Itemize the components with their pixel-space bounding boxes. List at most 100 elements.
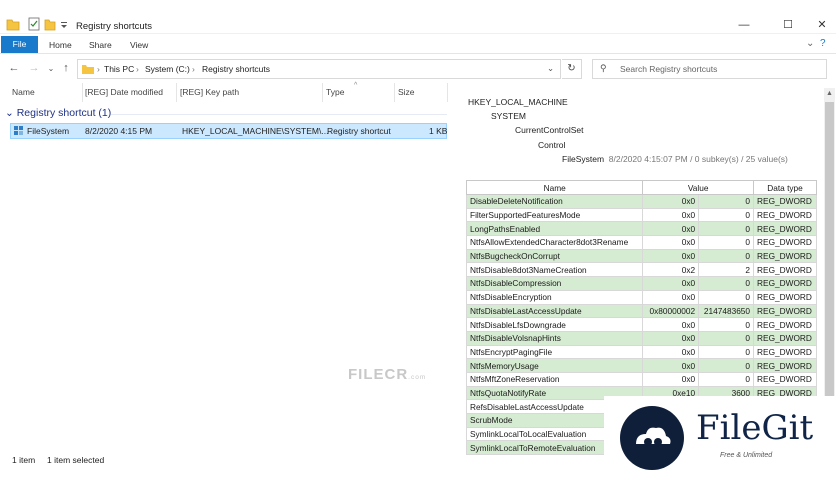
customize-toolbar-icon[interactable]	[60, 17, 68, 31]
column-size[interactable]: Size	[398, 87, 415, 97]
value-hex: 0x2	[642, 262, 700, 278]
registry-value-row[interactable]: NtfsDisableLastAccessUpdate 0x80000002 214…	[465, 303, 817, 319]
value-type: REG_DWORD	[753, 194, 817, 209]
folder-icon[interactable]	[6, 17, 20, 31]
value-hex: 0x0	[642, 221, 700, 237]
header-name: Name	[465, 180, 644, 195]
window-title: Registry shortcuts	[76, 21, 153, 32]
tab-home[interactable]: Home	[49, 38, 72, 53]
column-key-path[interactable]: [REG] Key path	[180, 87, 239, 97]
value-hex: 0x0	[642, 330, 700, 346]
expand-ribbon-icon[interactable]: ⌄	[806, 38, 814, 49]
address-dropdown-icon[interactable]: ⌄	[547, 63, 554, 74]
breadcrumb-separator: ›	[136, 64, 139, 74]
preview-scrollbar[interactable]: ▲	[824, 88, 835, 448]
value-hex: 0x0	[642, 235, 700, 250]
value-hex: 0x0	[642, 248, 700, 264]
value-name: NtfsDisableEncryption	[465, 289, 644, 305]
scrollbar-thumb[interactable]	[825, 102, 834, 432]
registry-value-row[interactable]: LongPathsEnabled 0x0 0 REG_DWORD	[465, 221, 817, 237]
recent-locations-button[interactable]: ⌄	[44, 64, 58, 73]
value-decimal: 2	[698, 262, 755, 278]
value-name: NtfsDisableCompression	[465, 276, 644, 291]
column-header: Name [REG] Date modified [REG] Key path …	[0, 82, 448, 102]
status-selected: 1 item selected	[47, 455, 105, 465]
value-hex: 0x0	[642, 317, 700, 332]
chevron-down-icon: ⌄	[5, 107, 17, 119]
ribbon: File Home Share View ⌄ ?	[0, 35, 836, 54]
tab-view[interactable]: View	[130, 38, 148, 53]
column-type[interactable]: Type	[326, 87, 344, 97]
forward-button[interactable]: →	[27, 62, 41, 74]
scroll-up-icon[interactable]: ▲	[826, 90, 833, 97]
breadcrumb-registry-shortcuts[interactable]: Registry shortcuts	[202, 64, 270, 74]
value-name: DisableDeleteNotification	[465, 194, 644, 209]
registry-value-row[interactable]: NtfsAllowExtendedCharacter8dot3Rename 0x0…	[465, 235, 817, 250]
tree-level-1: SYSTEM	[491, 111, 526, 121]
column-date-modified[interactable]: [REG] Date modified	[85, 87, 163, 97]
column-name[interactable]: Name	[12, 87, 35, 97]
file-date: 8/2/2020 4:15 PM	[85, 126, 153, 136]
address-bar[interactable]: › This PC › System (C:) › Registry short…	[77, 59, 561, 79]
breadcrumb-separator: ›	[192, 64, 195, 74]
help-icon[interactable]: ?	[820, 38, 826, 49]
value-type: REG_DWORD	[753, 248, 817, 264]
up-button[interactable]: ↑	[59, 62, 73, 74]
new-folder-icon[interactable]	[44, 17, 56, 31]
value-decimal: 0	[698, 371, 755, 387]
registry-value-row[interactable]: NtfsDisableEncryption 0x0 0 REG_DWORD	[465, 289, 817, 305]
search-input[interactable]: ⚲ Search Registry shortcuts	[592, 59, 827, 79]
registry-value-row[interactable]: NtfsDisableLfsDowngrade 0x0 0 REG_DWORD	[465, 317, 817, 332]
value-hex: 0x0	[642, 358, 700, 373]
tab-file[interactable]: File	[1, 36, 38, 53]
registry-value-row[interactable]: DisableDeleteNotification 0x0 0 REG_DWORD	[465, 194, 817, 209]
value-type: REG_DWORD	[753, 358, 817, 373]
value-hex: 0x80000002	[642, 303, 700, 319]
value-type: REG_DWORD	[753, 235, 817, 250]
value-decimal: 0	[698, 207, 755, 223]
value-hex: 0x0	[642, 194, 700, 209]
breadcrumb-separator: ›	[97, 64, 100, 74]
tab-share[interactable]: Share	[89, 38, 112, 53]
registry-value-row[interactable]: NtfsEncryptPagingFile 0x0 0 REG_DWORD	[465, 344, 817, 360]
registry-value-row[interactable]: NtfsMftZoneReservation 0x0 0 REG_DWORD	[465, 371, 817, 387]
value-name: NtfsDisableLastAccessUpdate	[465, 303, 644, 319]
value-hex: 0x0	[642, 276, 700, 291]
registry-value-row[interactable]: NtfsMemoryUsage 0x0 0 REG_DWORD	[465, 358, 817, 373]
value-type: REG_DWORD	[753, 207, 817, 223]
search-placeholder: Search Registry shortcuts	[620, 64, 718, 74]
tree-root: HKEY_LOCAL_MACHINE	[468, 97, 568, 107]
file-type: Registry shortcut	[327, 126, 391, 136]
value-decimal: 0	[698, 221, 755, 237]
registry-value-row[interactable]: NtfsDisableCompression 0x0 0 REG_DWORD	[465, 276, 817, 291]
back-button[interactable]: ←	[7, 62, 21, 74]
breadcrumb-system-c[interactable]: System (C:)	[145, 64, 190, 74]
breadcrumb-this-pc[interactable]: This PC	[104, 64, 134, 74]
filegit-watermark: FileGit Free & Unlimited	[604, 396, 836, 484]
filecr-watermark: FILECR.com	[348, 366, 427, 383]
tree-level-4: FileSystem 8/2/2020 4:15:07 PM / 0 subke…	[562, 154, 788, 164]
tree-level-3: Control	[538, 140, 566, 150]
value-type: REG_DWORD	[753, 371, 817, 387]
value-decimal: 0	[698, 235, 755, 250]
header-data-type: Data type	[753, 180, 817, 195]
properties-icon[interactable]	[28, 17, 40, 31]
registry-value-row[interactable]: NtfsDisableVolsnapHints 0x0 0 REG_DWORD	[465, 330, 817, 346]
close-button[interactable]: ✕	[811, 18, 833, 32]
refresh-button[interactable]: ↻	[562, 59, 582, 79]
value-name: NtfsDisableVolsnapHints	[465, 330, 644, 346]
value-decimal: 0	[698, 358, 755, 373]
value-type: REG_DWORD	[753, 344, 817, 360]
registry-value-row[interactable]: FilterSupportedFeaturesMode 0x0 0 REG_DWORD	[465, 207, 817, 223]
registry-value-row[interactable]: NtfsBugcheckOnCorrupt 0x0 0 REG_DWORD	[465, 248, 817, 264]
value-hex: 0x0	[642, 207, 700, 223]
maximize-button[interactable]: ☐	[777, 18, 799, 32]
registry-value-row[interactable]: NtfsDisable8dot3NameCreation 0x2 2 REG_DWOR…	[465, 262, 817, 278]
file-row[interactable]: FileSystem 8/2/2020 4:15 PM HKEY_LOCAL_M…	[10, 123, 447, 139]
group-header[interactable]: ⌄ Registry shortcut (1)	[5, 107, 111, 119]
value-name: LongPathsEnabled	[465, 221, 644, 237]
value-name: NtfsAllowExtendedCharacter8dot3Rename	[465, 235, 644, 250]
folder-icon	[82, 65, 94, 74]
filegit-logo-icon	[620, 406, 684, 470]
minimize-button[interactable]: —	[733, 18, 755, 32]
